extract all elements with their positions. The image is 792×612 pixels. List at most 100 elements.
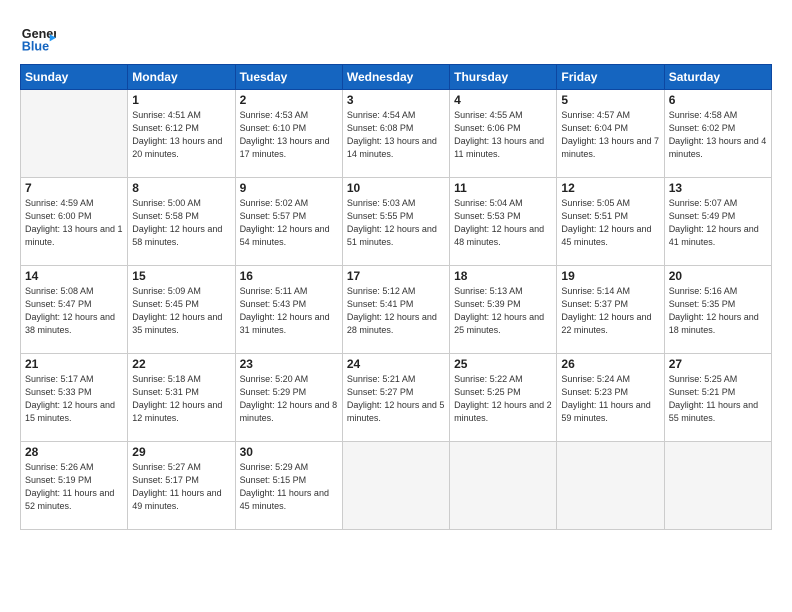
calendar-cell: 12 Sunrise: 5:05 AM Sunset: 5:51 PM Dayli… xyxy=(557,178,664,266)
day-number: 26 xyxy=(561,357,659,371)
day-header-monday: Monday xyxy=(128,65,235,90)
calendar-cell: 11 Sunrise: 5:04 AM Sunset: 5:53 PM Dayli… xyxy=(450,178,557,266)
day-number: 29 xyxy=(132,445,230,459)
calendar-cell: 18Sunrise: 5:13 AM Sunset: 5:39 PM Dayli… xyxy=(450,266,557,354)
calendar-cell: 23Sunrise: 5:20 AM Sunset: 5:29 PM Dayli… xyxy=(235,354,342,442)
day-info: Sunrise: 5:07 AM Sunset: 5:49 PM Dayligh… xyxy=(669,197,767,249)
calendar-cell: 24 Sunrise: 5:21 AM Sunset: 5:27 PM Dayli… xyxy=(342,354,449,442)
day-number: 1 xyxy=(132,93,230,107)
day-number: 15 xyxy=(132,269,230,283)
calendar-cell: 3Sunrise: 4:54 AM Sunset: 6:08 PM Daylig… xyxy=(342,90,449,178)
day-info: Sunrise: 5:29 AM Sunset: 5:15 PM Dayligh… xyxy=(240,461,338,513)
calendar-cell: 10 Sunrise: 5:03 AM Sunset: 5:55 PM Dayli… xyxy=(342,178,449,266)
day-number: 9 xyxy=(240,181,338,195)
calendar-week-4: 21 Sunrise: 5:17 AM Sunset: 5:33 PM Dayli… xyxy=(21,354,772,442)
day-info: Sunrise: 4:57 AM Sunset: 6:04 PM Dayligh… xyxy=(561,109,659,161)
day-number: 6 xyxy=(669,93,767,107)
day-number: 25 xyxy=(454,357,552,371)
calendar-cell: 28 Sunrise: 5:26 AM Sunset: 5:19 PM Dayli… xyxy=(21,442,128,530)
calendar-cell: 9 Sunrise: 5:02 AM Sunset: 5:57 PM Daylig… xyxy=(235,178,342,266)
calendar-cell: 1 Sunrise: 4:51 AM Sunset: 6:12 PM Daylig… xyxy=(128,90,235,178)
page: General Blue SundayMondayTuesdayWednesda… xyxy=(0,0,792,612)
calendar-cell: 5Sunrise: 4:57 AM Sunset: 6:04 PM Daylig… xyxy=(557,90,664,178)
calendar-cell: 20Sunrise: 5:16 AM Sunset: 5:35 PM Dayli… xyxy=(664,266,771,354)
calendar-cell: 19 Sunrise: 5:14 AM Sunset: 5:37 PM Dayli… xyxy=(557,266,664,354)
day-info: Sunrise: 5:04 AM Sunset: 5:53 PM Dayligh… xyxy=(454,197,552,249)
logo-icon: General Blue xyxy=(20,18,56,54)
day-info: Sunrise: 5:21 AM Sunset: 5:27 PM Dayligh… xyxy=(347,373,445,425)
day-info: Sunrise: 5:27 AM Sunset: 5:17 PM Dayligh… xyxy=(132,461,230,513)
calendar-week-5: 28 Sunrise: 5:26 AM Sunset: 5:19 PM Dayli… xyxy=(21,442,772,530)
day-info: Sunrise: 5:05 AM Sunset: 5:51 PM Dayligh… xyxy=(561,197,659,249)
day-number: 19 xyxy=(561,269,659,283)
day-info: Sunrise: 5:08 AM Sunset: 5:47 PM Dayligh… xyxy=(25,285,123,337)
calendar-cell xyxy=(557,442,664,530)
day-number: 8 xyxy=(132,181,230,195)
day-info: Sunrise: 5:09 AM Sunset: 5:45 PM Dayligh… xyxy=(132,285,230,337)
calendar-cell: 26 Sunrise: 5:24 AM Sunset: 5:23 PM Dayli… xyxy=(557,354,664,442)
day-number: 16 xyxy=(240,269,338,283)
calendar-week-1: 1 Sunrise: 4:51 AM Sunset: 6:12 PM Daylig… xyxy=(21,90,772,178)
day-info: Sunrise: 5:12 AM Sunset: 5:41 PM Dayligh… xyxy=(347,285,445,337)
calendar-cell: 27 Sunrise: 5:25 AM Sunset: 5:21 PM Dayli… xyxy=(664,354,771,442)
day-info: Sunrise: 5:11 AM Sunset: 5:43 PM Dayligh… xyxy=(240,285,338,337)
day-info: Sunrise: 5:00 AM Sunset: 5:58 PM Dayligh… xyxy=(132,197,230,249)
calendar-cell: 8 Sunrise: 5:00 AM Sunset: 5:58 PM Daylig… xyxy=(128,178,235,266)
day-info: Sunrise: 4:51 AM Sunset: 6:12 PM Dayligh… xyxy=(132,109,230,161)
day-info: Sunrise: 5:22 AM Sunset: 5:25 PM Dayligh… xyxy=(454,373,552,425)
calendar-cell xyxy=(21,90,128,178)
day-header-saturday: Saturday xyxy=(664,65,771,90)
calendar-cell: 25 Sunrise: 5:22 AM Sunset: 5:25 PM Dayli… xyxy=(450,354,557,442)
day-number: 27 xyxy=(669,357,767,371)
day-number: 7 xyxy=(25,181,123,195)
day-info: Sunrise: 5:17 AM Sunset: 5:33 PM Dayligh… xyxy=(25,373,123,425)
day-number: 2 xyxy=(240,93,338,107)
day-info: Sunrise: 4:59 AM Sunset: 6:00 PM Dayligh… xyxy=(25,197,123,249)
day-number: 14 xyxy=(25,269,123,283)
day-number: 30 xyxy=(240,445,338,459)
day-info: Sunrise: 4:58 AM Sunset: 6:02 PM Dayligh… xyxy=(669,109,767,161)
calendar-cell: 13Sunrise: 5:07 AM Sunset: 5:49 PM Dayli… xyxy=(664,178,771,266)
calendar-cell: 22Sunrise: 5:18 AM Sunset: 5:31 PM Dayli… xyxy=(128,354,235,442)
header: General Blue xyxy=(20,18,772,54)
calendar-cell: 21 Sunrise: 5:17 AM Sunset: 5:33 PM Dayli… xyxy=(21,354,128,442)
calendar-cell xyxy=(342,442,449,530)
day-info: Sunrise: 5:03 AM Sunset: 5:55 PM Dayligh… xyxy=(347,197,445,249)
day-number: 20 xyxy=(669,269,767,283)
day-header-thursday: Thursday xyxy=(450,65,557,90)
calendar-cell: 7 Sunrise: 4:59 AM Sunset: 6:00 PM Daylig… xyxy=(21,178,128,266)
calendar-header-row: SundayMondayTuesdayWednesdayThursdayFrid… xyxy=(21,65,772,90)
calendar-cell: 30 Sunrise: 5:29 AM Sunset: 5:15 PM Dayli… xyxy=(235,442,342,530)
day-info: Sunrise: 5:25 AM Sunset: 5:21 PM Dayligh… xyxy=(669,373,767,425)
day-info: Sunrise: 5:02 AM Sunset: 5:57 PM Dayligh… xyxy=(240,197,338,249)
day-info: Sunrise: 5:26 AM Sunset: 5:19 PM Dayligh… xyxy=(25,461,123,513)
day-info: Sunrise: 5:14 AM Sunset: 5:37 PM Dayligh… xyxy=(561,285,659,337)
day-number: 17 xyxy=(347,269,445,283)
calendar-cell: 14 Sunrise: 5:08 AM Sunset: 5:47 PM Dayli… xyxy=(21,266,128,354)
day-number: 3 xyxy=(347,93,445,107)
day-info: Sunrise: 5:24 AM Sunset: 5:23 PM Dayligh… xyxy=(561,373,659,425)
day-info: Sunrise: 5:13 AM Sunset: 5:39 PM Dayligh… xyxy=(454,285,552,337)
day-header-sunday: Sunday xyxy=(21,65,128,90)
day-info: Sunrise: 5:20 AM Sunset: 5:29 PM Dayligh… xyxy=(240,373,338,425)
calendar-cell: 15 Sunrise: 5:09 AM Sunset: 5:45 PM Dayli… xyxy=(128,266,235,354)
calendar-cell: 2 Sunrise: 4:53 AM Sunset: 6:10 PM Daylig… xyxy=(235,90,342,178)
day-header-tuesday: Tuesday xyxy=(235,65,342,90)
calendar-cell xyxy=(450,442,557,530)
day-number: 12 xyxy=(561,181,659,195)
calendar-cell: 16 Sunrise: 5:11 AM Sunset: 5:43 PM Dayli… xyxy=(235,266,342,354)
calendar-cell xyxy=(664,442,771,530)
day-number: 21 xyxy=(25,357,123,371)
day-number: 11 xyxy=(454,181,552,195)
day-number: 28 xyxy=(25,445,123,459)
calendar-cell: 17 Sunrise: 5:12 AM Sunset: 5:41 PM Dayli… xyxy=(342,266,449,354)
day-number: 22 xyxy=(132,357,230,371)
calendar-week-2: 7 Sunrise: 4:59 AM Sunset: 6:00 PM Daylig… xyxy=(21,178,772,266)
day-number: 4 xyxy=(454,93,552,107)
day-number: 10 xyxy=(347,181,445,195)
calendar-week-3: 14 Sunrise: 5:08 AM Sunset: 5:47 PM Dayli… xyxy=(21,266,772,354)
day-number: 24 xyxy=(347,357,445,371)
calendar-table: SundayMondayTuesdayWednesdayThursdayFrid… xyxy=(20,64,772,530)
day-info: Sunrise: 4:53 AM Sunset: 6:10 PM Dayligh… xyxy=(240,109,338,161)
calendar-cell: 4Sunrise: 4:55 AM Sunset: 6:06 PM Daylig… xyxy=(450,90,557,178)
